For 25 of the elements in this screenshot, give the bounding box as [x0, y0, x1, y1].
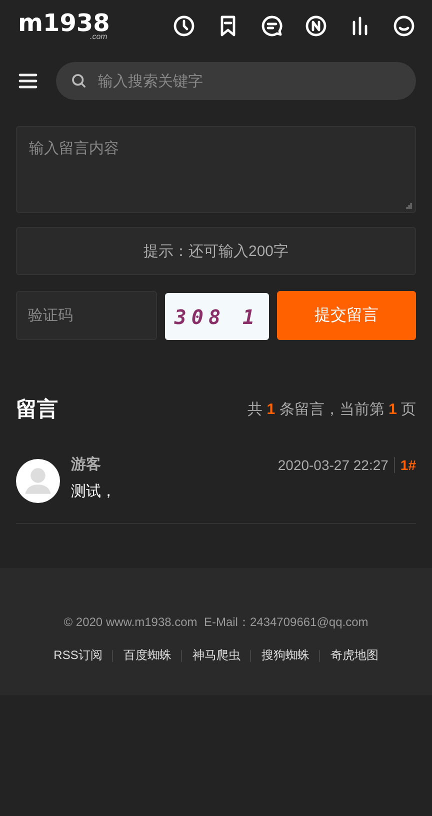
comment-summary: 共 1 条留言，当前第 1 页 [248, 400, 416, 418]
comment-time: 2020-03-27 22:27 [278, 456, 396, 472]
search-icon [70, 72, 88, 90]
message-field[interactable]: 输入留言内容 [16, 126, 416, 213]
copyright-text: © 2020 www.m1938.com E-Mail：2434709661@qq.com [64, 614, 368, 631]
comment-author: 游客 [71, 455, 101, 474]
n-circle-icon[interactable] [304, 14, 328, 38]
character-count-hint: 提示：还可输入200字 [16, 227, 416, 275]
captcha-field[interactable]: 验证码 [16, 291, 157, 340]
captcha-image[interactable]: 308 1 [165, 293, 269, 340]
footer-link[interactable]: 神马爬虫 [192, 647, 240, 664]
comment-text: 测试， [71, 482, 117, 501]
chat-bubble-icon[interactable] [260, 14, 284, 38]
footer-link[interactable]: RSS订阅 [54, 647, 102, 664]
smiley-icon[interactable] [392, 14, 416, 38]
clock-icon[interactable] [172, 14, 196, 38]
section-title: 留言 [16, 396, 58, 423]
avatar-icon [16, 459, 60, 503]
logo-domain: .com [90, 33, 108, 41]
footer-link[interactable]: 搜狗蜘蛛 [261, 647, 310, 664]
site-logo[interactable]: m1938 [18, 11, 110, 35]
floor-number: 1# [399, 456, 416, 472]
search-field[interactable]: 输入搜索关键字 [56, 62, 416, 100]
footer-link[interactable]: 奇虎地图 [330, 647, 378, 664]
footer-link[interactable]: 百度蜘蛛 [123, 647, 172, 664]
